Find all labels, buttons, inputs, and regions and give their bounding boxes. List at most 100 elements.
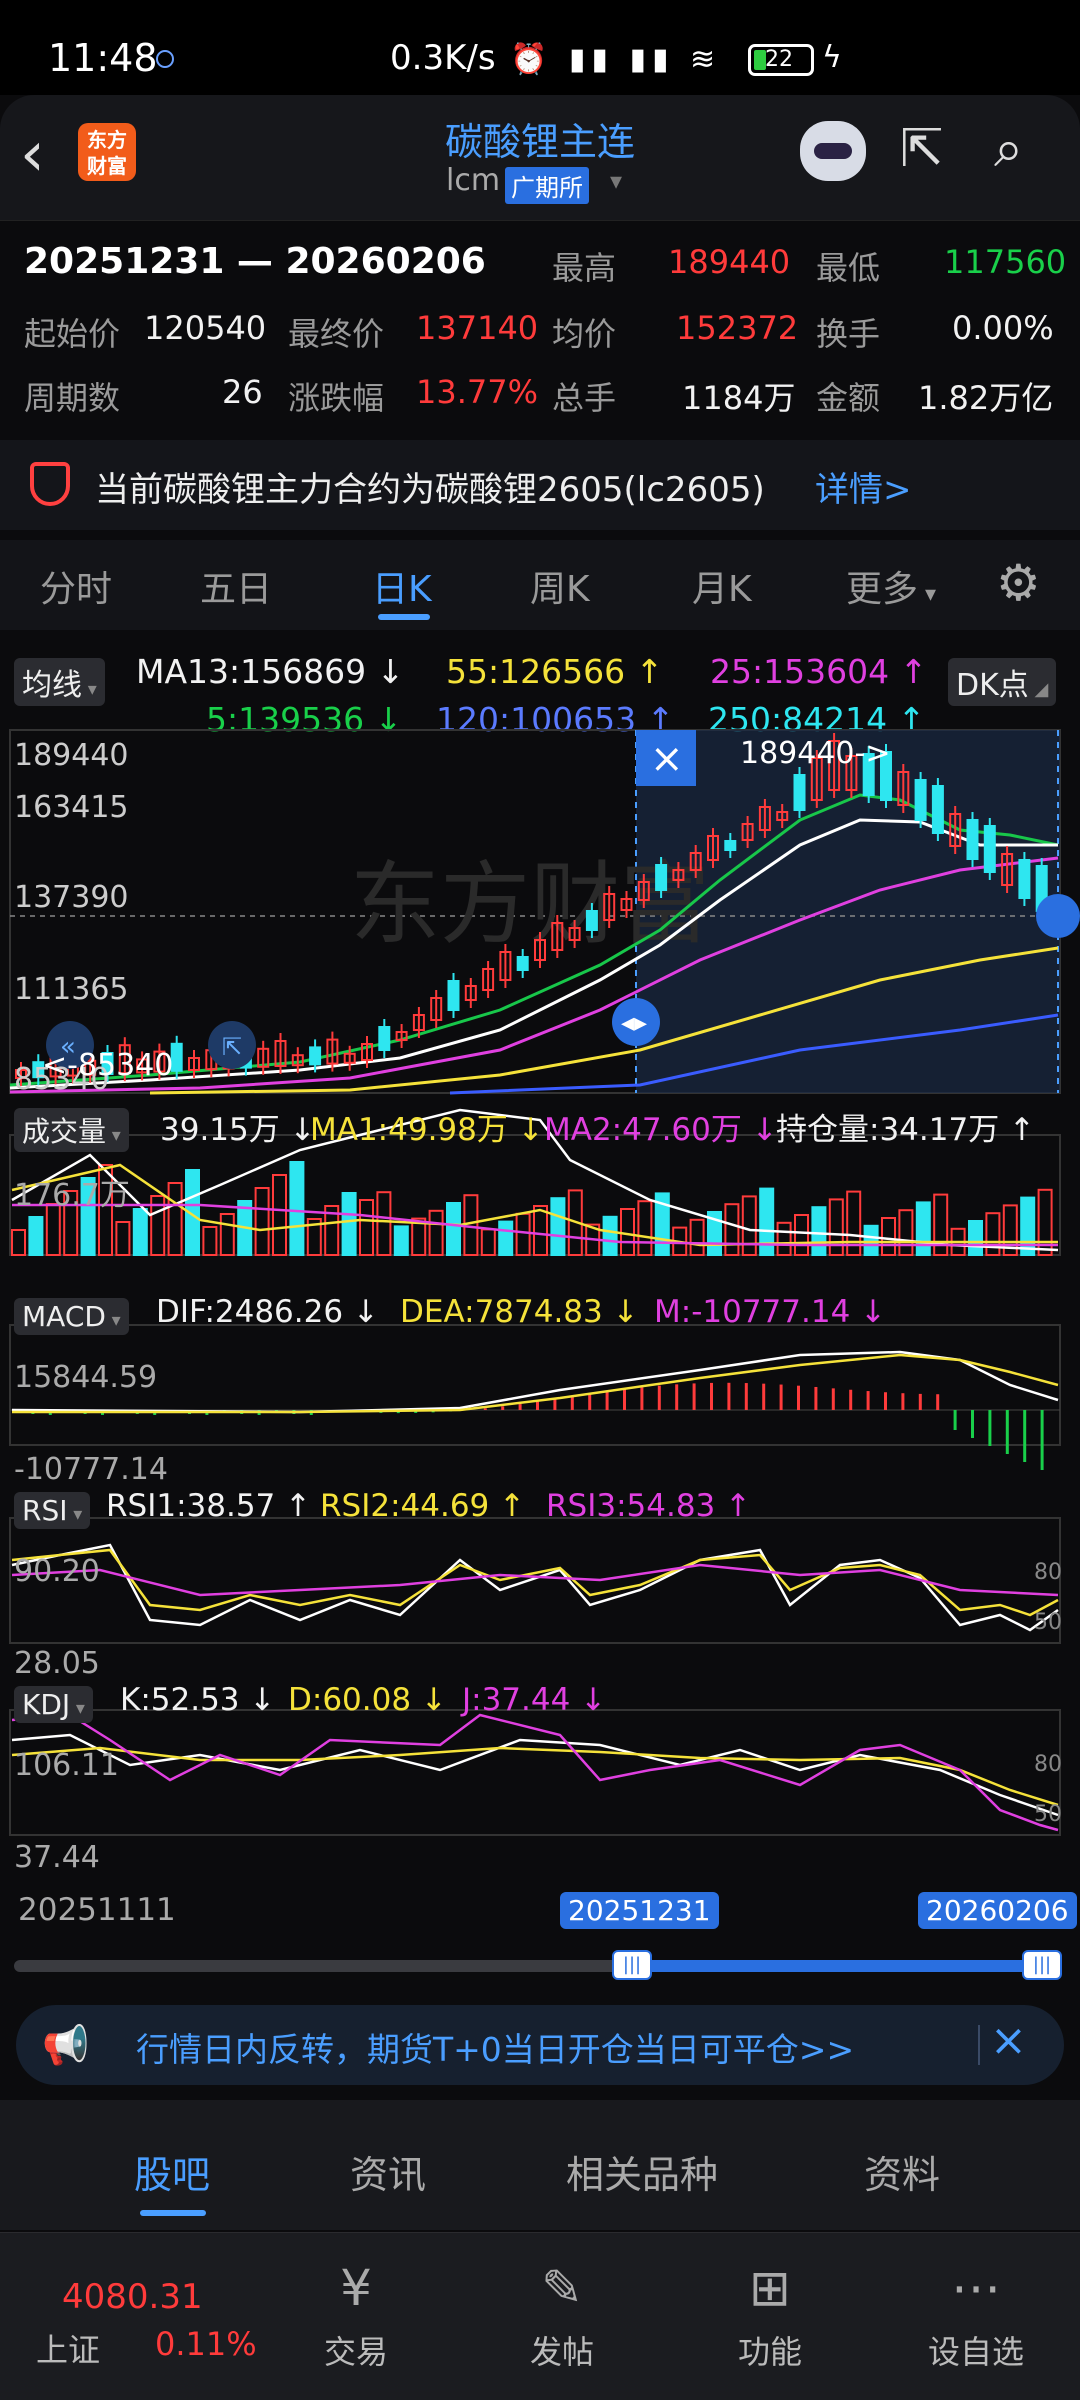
low-value: 117560 [944,243,1067,281]
volume-selector-button[interactable]: 成交量 ▾ [14,1108,129,1152]
rsi-axis-80: 80 [1034,1560,1062,1585]
final-value: 137140 [416,309,539,347]
macd-panel-frame [9,1324,1061,1446]
search-icon[interactable]: ⌕ [994,119,1023,180]
d-line [11,1746,1059,1807]
candle-body [931,785,944,834]
candle-body [983,825,996,873]
volume-bar [515,1212,531,1256]
volume-bar [463,1194,479,1257]
macd-bar [536,1401,539,1410]
tab-stock-forum[interactable]: 股吧 [134,2144,210,2199]
volume-bar [637,1200,653,1257]
dea-line [12,1353,1059,1414]
macd-bar [553,1399,557,1410]
high-label: 最高 [552,249,617,287]
open-interest-value: 持仓量:34.17万 ↑ [776,1112,1036,1148]
tab-daily-k[interactable]: 日K [372,560,432,612]
tab-monthly-k[interactable]: 月K [692,560,752,612]
macd-bar [884,1392,887,1410]
signal-icons: ⏰ ▮▮ ▮▮ ≋ [510,42,722,77]
index-change[interactable]: 0.11% [155,2325,257,2363]
notice-detail-link[interactable]: 详情> [815,462,912,511]
volume-bar [480,1228,496,1257]
high-marker: 189440-> [740,736,891,771]
change-label: 涨跌幅 [288,379,385,417]
more-dots-icon: ⋯ [951,2259,1001,2317]
nav-watchlist[interactable]: ⋯ 设自选 [906,2253,1046,2373]
candle-body [516,956,529,971]
volume-bar [272,1174,287,1256]
avg-label: 均价 [552,315,617,353]
contract-code: lcm [446,163,501,198]
tab-five-day[interactable]: 五日 [200,560,272,612]
price-axis-label: 189440 [14,738,129,773]
svg-text:◂▸: ◂▸ [621,1008,647,1038]
volume-bar [11,1229,26,1256]
macd-bar [675,1384,679,1410]
candle-body [585,910,598,931]
kline-chart-area[interactable]: 均线 ▾ MA13:156869 ↓ 55:126566 ↑ 25:153604… [0,630,1080,1980]
macd-bar [570,1396,574,1410]
promo-banner[interactable]: 📢 行情日内反转，期货T+0当日开仓当日可平仓>> × [16,2005,1064,2085]
zoom-icon: ⇱ [222,1033,242,1061]
volume-bar [828,1198,844,1257]
kdj-axis-top: 106.11 [14,1748,119,1783]
index-name[interactable]: 上证 [36,2325,100,2371]
gear-icon[interactable]: ⚙ [996,554,1041,612]
kdj-selector-button[interactable]: KDJ ▾ [14,1686,93,1723]
m-value: M:-10777.14 ↓ [654,1294,887,1330]
tab-profile[interactable]: 资料 [864,2144,940,2199]
candle-body [914,779,927,821]
periods-value: 26 [222,373,263,411]
volume-bar [446,1202,461,1256]
volume-bar [115,1221,131,1256]
volume-bar [289,1161,305,1256]
macd-selector-button[interactable]: MACD ▾ [14,1298,129,1335]
price-axis-label: 137390 [14,880,129,915]
macd-bar [657,1385,661,1410]
macd-bar [797,1385,800,1410]
rsi1-value: RSI1:38.57 ↑ [106,1488,312,1524]
volume-bar [863,1224,879,1256]
edit-icon: ✎ [541,2259,583,2317]
exchange-badge[interactable]: 广期所 [505,167,589,204]
nav-post[interactable]: ✎ 发帖 [492,2253,632,2373]
nav-trade[interactable]: ¥ 交易 [286,2253,426,2373]
range-slider-right-handle[interactable]: ||| [1022,1950,1062,1980]
tab-intraday[interactable]: 分时 [40,560,112,612]
tab-weekly-k[interactable]: 周K [530,560,590,612]
assistant-robot-icon[interactable] [800,121,866,181]
rsi-selector-button[interactable]: RSI ▾ [14,1492,91,1529]
notice-text: 当前碳酸锂主力合约为碳酸锂2605(lc2605) [95,470,765,510]
tab-related[interactable]: 相关品种 [566,2144,718,2199]
chevron-down-icon[interactable]: ▾ [610,167,622,195]
macd-bar [727,1382,731,1410]
range-slider-left-handle[interactable]: ||| [612,1950,652,1980]
volume-bar [898,1209,914,1257]
yen-icon: ¥ [340,2259,372,2317]
volume-bar [219,1213,235,1256]
volume-bar [28,1216,44,1256]
close-banner-button[interactable]: × [990,2015,1027,2066]
nav-functions[interactable]: ⊞ 功能 [700,2253,840,2373]
content-tabs: 股吧 资讯 相关品种 资料 [0,2100,1080,2230]
tab-more[interactable]: 更多 ▾ [846,560,936,612]
vol-ma2-value: MA2:47.60万 ↓ [544,1112,778,1148]
d-value: D:60.08 ↓ [288,1682,447,1718]
promo-text[interactable]: 行情日内反转，期货T+0当日开仓当日可平仓>> [136,2023,854,2071]
macd-bar [1005,1410,1009,1454]
macd-bar [831,1388,835,1410]
range-slider-fill [632,1960,1042,1972]
app-header: ‹ 东方 财富 碳酸锂主连 lcm 广期所 ▾ ⇱ ⌕ [0,95,1080,220]
rsi-axis-bottom: 28.05 [14,1646,100,1681]
tab-news[interactable]: 资讯 [350,2144,426,2199]
volume-bar [794,1214,809,1256]
volume-bar [376,1191,392,1257]
main-contract-notice[interactable]: 当前碳酸锂主力合约为碳酸锂2605(lc2605) 详情> [0,440,1080,530]
high-value: 189440 [668,243,791,281]
dif-line [11,1350,1059,1414]
share-icon[interactable]: ⇱ [900,119,944,179]
volume-bar [359,1199,374,1256]
index-value[interactable]: 4080.31 [62,2277,203,2317]
